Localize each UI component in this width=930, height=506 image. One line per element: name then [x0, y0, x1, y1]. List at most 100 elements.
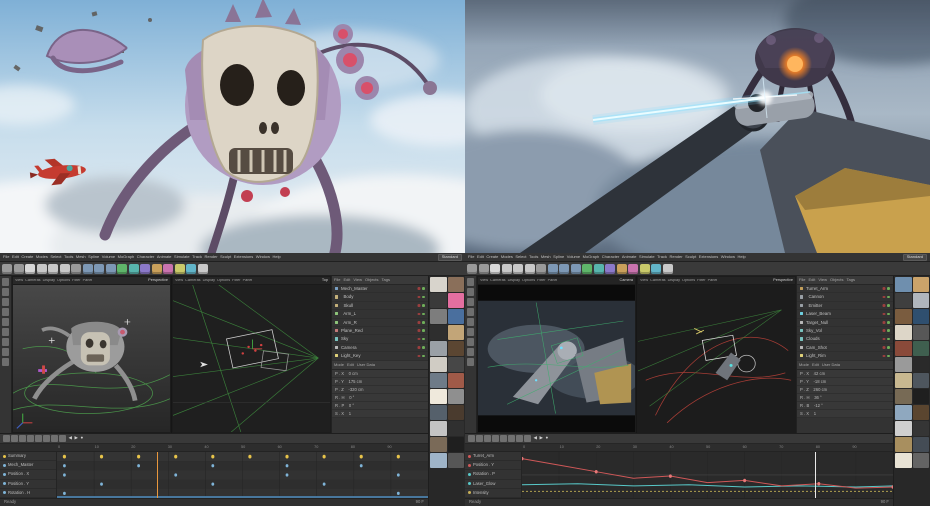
material-swatch[interactable]: [912, 405, 929, 420]
transport-button[interactable]: ●: [80, 436, 83, 441]
object-item[interactable]: Cannon: [797, 293, 893, 302]
timeline-icon[interactable]: [19, 435, 26, 442]
render-settings-icon[interactable]: [570, 263, 581, 274]
timeline-icon[interactable]: [51, 435, 58, 442]
material-swatch[interactable]: [912, 325, 929, 340]
viewport-menu-item[interactable]: Panel: [708, 279, 718, 283]
material-swatch[interactable]: [895, 453, 912, 468]
menu-item[interactable]: Sculpt: [220, 255, 231, 259]
move-tool-icon[interactable]: [501, 263, 512, 274]
mode-icon[interactable]: [1, 318, 10, 326]
menu-item[interactable]: Select: [50, 255, 61, 259]
add-generator-icon[interactable]: [605, 263, 615, 274]
viewport-menu-item[interactable]: Display: [43, 279, 55, 283]
attribute-tab[interactable]: Mode: [799, 363, 809, 367]
mode-icon[interactable]: [1, 358, 10, 366]
attribute-row[interactable]: S . X 1: [332, 409, 428, 418]
object-manager-menu-item[interactable]: Tags: [847, 278, 855, 282]
mode-icon[interactable]: [466, 288, 475, 296]
object-item[interactable]: Body: [332, 293, 428, 302]
material-swatch[interactable]: [895, 405, 912, 420]
attribute-row[interactable]: P . Y -18 cm: [797, 377, 893, 386]
attribute-row[interactable]: S . X 1: [797, 409, 893, 418]
object-item[interactable]: Sky_Vol: [797, 327, 893, 336]
layout-selector[interactable]: Standard: [437, 253, 462, 261]
material-swatch[interactable]: [430, 309, 447, 324]
mode-icon[interactable]: [1, 288, 10, 296]
viewport-top[interactable]: View Cameras Display Options Filter Panel Top: [172, 276, 331, 434]
menu-item[interactable]: Tools: [529, 255, 538, 259]
attribute-tab[interactable]: User Data: [357, 363, 375, 367]
render-settings-icon[interactable]: [105, 263, 116, 274]
viewport-menu-item[interactable]: Options: [217, 279, 230, 283]
track-row[interactable]: Position . Y: [0, 480, 56, 489]
live-selection-icon[interactable]: [25, 263, 35, 274]
attribute-tab[interactable]: Mode: [334, 363, 344, 367]
add-deformer-icon[interactable]: [151, 263, 162, 274]
attribute-row[interactable]: R . H 0 °: [332, 393, 428, 402]
object-manager-menu-item[interactable]: Objects: [365, 278, 379, 282]
menu-item[interactable]: Render: [669, 255, 682, 259]
curve-area[interactable]: [522, 452, 893, 498]
redo-icon[interactable]: [13, 263, 24, 274]
material-swatch[interactable]: [430, 277, 447, 292]
scale-tool-icon[interactable]: [513, 263, 523, 274]
add-generator-icon[interactable]: [140, 263, 150, 274]
viewport-menu-item[interactable]: Options: [682, 279, 695, 283]
material-swatch[interactable]: [447, 325, 464, 340]
timeline-icon[interactable]: [524, 435, 531, 442]
attribute-row[interactable]: P . Z 260 cm: [797, 385, 893, 394]
menu-item[interactable]: Simulate: [174, 255, 190, 259]
menu-item[interactable]: Help: [273, 255, 281, 259]
menu-item[interactable]: Edit: [477, 255, 484, 259]
attribute-row[interactable]: R . P 0 °: [332, 401, 428, 410]
material-swatch[interactable]: [430, 293, 447, 308]
material-swatch[interactable]: [912, 453, 929, 468]
material-swatch[interactable]: [447, 405, 464, 420]
attribute-row[interactable]: R . B -12 °: [797, 401, 893, 410]
mograph-icon[interactable]: [163, 263, 173, 274]
viewport-menu-item[interactable]: Options: [57, 279, 70, 283]
material-swatch[interactable]: [430, 357, 447, 372]
timeline-icon[interactable]: [468, 435, 475, 442]
menu-item[interactable]: Volume: [102, 255, 115, 259]
timeline-icon[interactable]: [484, 435, 491, 442]
material-swatch[interactable]: [430, 373, 447, 388]
object-item[interactable]: Light_Key: [332, 352, 428, 361]
object-manager-menu-item[interactable]: Tags: [382, 278, 390, 282]
timeline-icon[interactable]: [500, 435, 507, 442]
material-swatch[interactable]: [430, 341, 447, 356]
object-manager-menu-item[interactable]: Objects: [830, 278, 844, 282]
attribute-tab[interactable]: Edit: [347, 363, 354, 367]
viewport-menu-item[interactable]: Panel: [83, 279, 93, 283]
menu-item[interactable]: Volume: [567, 255, 580, 259]
material-swatch[interactable]: [430, 389, 447, 404]
timeline-icon[interactable]: [27, 435, 34, 442]
add-cube-icon[interactable]: [117, 263, 127, 274]
scale-tool-icon[interactable]: [48, 263, 58, 274]
material-swatch[interactable]: [912, 389, 929, 404]
viewport-menu-item[interactable]: View: [480, 279, 488, 283]
material-swatch[interactable]: [430, 437, 447, 452]
material-swatch[interactable]: [912, 309, 929, 324]
viewport-menu-item[interactable]: Display: [203, 279, 215, 283]
mograph-icon[interactable]: [628, 263, 638, 274]
viewport-perspective[interactable]: View Cameras Display Options Filter Panel Per…: [637, 276, 796, 434]
rotate-tool-icon[interactable]: [524, 263, 535, 274]
mode-icon[interactable]: [1, 278, 10, 286]
material-swatch[interactable]: [447, 357, 464, 372]
material-swatch[interactable]: [895, 373, 912, 388]
viewport-menu-item[interactable]: Filter: [232, 279, 240, 283]
object-manager-menu-item[interactable]: View: [353, 278, 362, 282]
menu-item[interactable]: Tools: [64, 255, 73, 259]
viewport-menu-item[interactable]: Panel: [243, 279, 253, 283]
menu-item[interactable]: Animate: [622, 255, 637, 259]
viewport-menu-item[interactable]: Cameras: [490, 279, 505, 283]
playhead[interactable]: [815, 452, 817, 498]
track-row[interactable]: Rotation . P: [465, 470, 521, 480]
rotate-tool-icon[interactable]: [59, 263, 70, 274]
attribute-row[interactable]: P . X 0 cm: [332, 369, 428, 378]
material-swatch[interactable]: [895, 325, 912, 340]
object-item[interactable]: Laser_Beam: [797, 310, 893, 319]
menu-item[interactable]: Create: [21, 255, 33, 259]
